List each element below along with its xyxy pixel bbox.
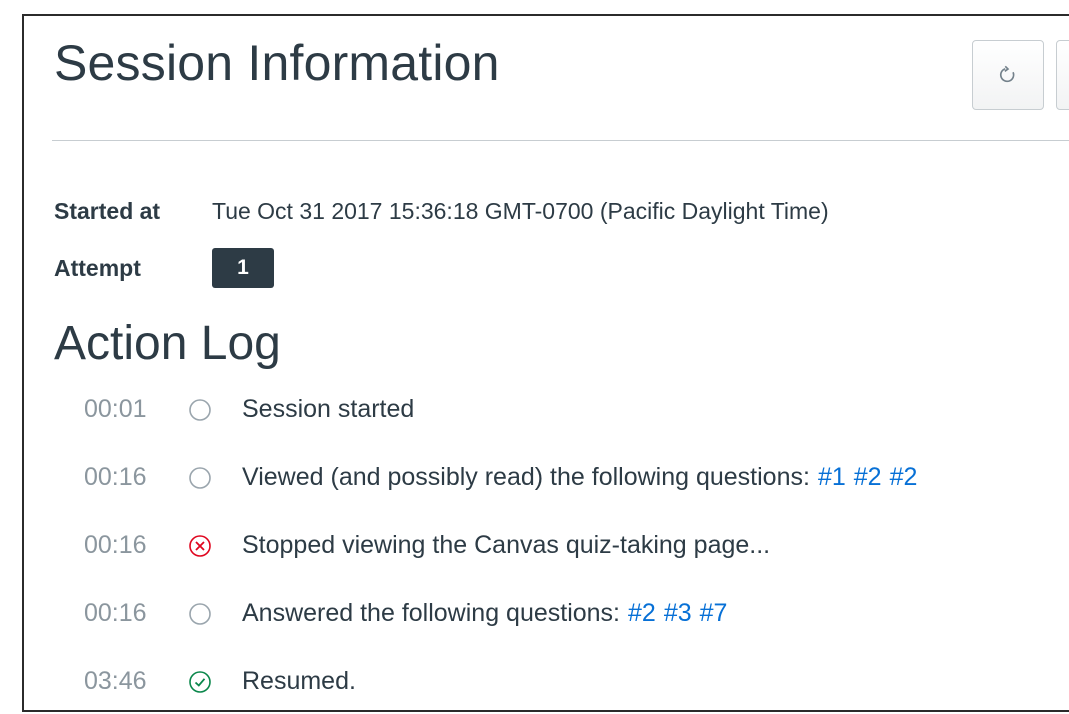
- attempt-badge[interactable]: 1: [212, 248, 274, 288]
- reload-icon: [999, 65, 1015, 83]
- log-description: Stopped viewing the Canvas quiz-taking p…: [242, 531, 770, 560]
- page-title: Session Information: [54, 35, 500, 91]
- log-text: Viewed (and possibly read) the following…: [242, 462, 810, 491]
- empty-circle-icon: [189, 399, 211, 421]
- log-timestamp: 03:46: [84, 666, 147, 695]
- question-link[interactable]: #2: [854, 463, 882, 491]
- log-timestamp: 00:01: [84, 394, 147, 423]
- log-text: Stopped viewing the Canvas quiz-taking p…: [242, 530, 771, 559]
- x-circle-icon: [189, 535, 211, 557]
- question-link[interactable]: #7: [700, 599, 728, 627]
- log-text: Answered the following questions:: [242, 598, 621, 627]
- log-description: Viewed (and possibly read) the following…: [242, 463, 917, 492]
- action-log-title: Action Log: [54, 317, 281, 370]
- empty-circle-icon: [189, 603, 211, 625]
- empty-circle-icon: [189, 467, 211, 489]
- log-text: Resumed.: [242, 666, 356, 695]
- question-link[interactable]: #3: [664, 599, 692, 627]
- log-description: Answered the following questions: #2 #3 #7: [242, 599, 727, 628]
- question-link[interactable]: #2: [628, 599, 656, 627]
- started-at-label: Started at: [54, 198, 161, 224]
- log-timestamp: 00:16: [84, 598, 147, 627]
- log-timestamp: 00:16: [84, 462, 147, 491]
- check-circle-icon: [189, 671, 211, 693]
- attempt-label: Attempt: [54, 254, 141, 281]
- question-link[interactable]: #1: [818, 463, 846, 491]
- log-description: Resumed.: [242, 667, 356, 696]
- log-timestamp: 00:16: [84, 530, 147, 559]
- session-information-panel: Session Information Started at Tue Oct 3…: [22, 14, 1069, 712]
- question-link[interactable]: #2: [890, 463, 918, 491]
- started-at-row: Started at Tue Oct 31 2017 15:36:18 GMT-…: [54, 198, 829, 225]
- secondary-toolbar-button[interactable]: [1056, 40, 1069, 110]
- log-text: Session started: [242, 394, 415, 423]
- attempt-row: Attempt 1: [54, 248, 274, 288]
- header-divider: [52, 140, 1069, 141]
- reload-button[interactable]: [972, 40, 1044, 110]
- started-at-value: Tue Oct 31 2017 15:36:18 GMT-0700 (Pacif…: [212, 198, 829, 224]
- log-description: Session started: [242, 395, 414, 424]
